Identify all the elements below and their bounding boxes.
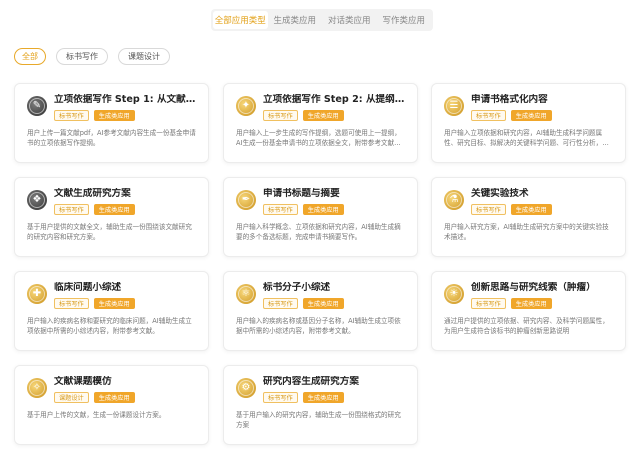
tab-all-types[interactable]: 全部应用类型 (213, 11, 268, 29)
card-title: 研究内容生成研究方案 (263, 376, 359, 387)
type-badge: 生成类应用 (93, 110, 135, 121)
tab-chat-apps[interactable]: 对话类应用 (322, 11, 377, 29)
app-card[interactable]: ✚ 临床问题小综述 标书写作 生成类应用 用户输入的疾病名称和要研究的临床问题，AI辅助… (14, 271, 209, 351)
app-card[interactable]: ⚙ 研究内容生成研究方案 标书写作 生成类应用 基于用户输入的研究内容，辅助生成一份围绕… (223, 365, 418, 445)
compass-icon: ✦ (236, 96, 256, 116)
bulb-icon: ☀ (444, 284, 464, 304)
tab-writing-apps[interactable]: 写作类应用 (377, 11, 432, 29)
type-badge: 生成类应用 (93, 204, 135, 215)
card-badges: 课题设计 生成类应用 (54, 392, 198, 403)
card-badges: 标书写作 生成类应用 (263, 110, 407, 121)
card-description: 用户输入上一步生成的写作提纲，选题可使用上一提纲，AI生成一份基金申请书的立项依… (236, 129, 401, 147)
type-badge: 生成类应用 (302, 392, 344, 403)
app-card[interactable]: ✎ 立项依据写作 Step 1: 从文献到提纲标书写作生成类应用用户上传一篇文献p… (14, 83, 209, 163)
category-badge: 课题设计 (54, 392, 89, 403)
document-icon: ☰ (444, 96, 464, 116)
card-header: ☰ 申请书格式化内容 标书写作 生成类应用 (444, 94, 615, 121)
card-badges: 标书写作 生成类应用 (263, 392, 407, 403)
card-title: 申请书标题与摘要 (263, 188, 340, 199)
category-badge: 标书写作 (54, 298, 89, 309)
card-header: ❖ 文献生成研究方案 标书写作 生成类应用 (27, 188, 198, 215)
card-header: ✒ 申请书标题与摘要 标书写作 生成类应用 (236, 188, 407, 215)
filter-all[interactable]: 全部 (14, 48, 46, 65)
type-badge: 生成类应用 (510, 204, 552, 215)
app-card[interactable]: ⚛ 标书分子小综述 标书写作 生成类应用 用户输入的疾病名称或基因分子名称，AI辅助生成… (223, 271, 418, 351)
card-title: 立项依据写作 Step 2: 从提纲到全文 (263, 94, 407, 105)
category-badge: 标书写作 (471, 298, 506, 309)
app-card[interactable]: ☰ 申请书格式化内容 标书写作 生成类应用 用户输入立项依据和研究内容，AI辅助生成科学… (431, 83, 626, 163)
type-badge: 生成类应用 (93, 392, 135, 403)
app-card[interactable]: ✧ 文献课题模仿 课题设计 生成类应用 基于用户上传的文献，生成一份课题设计方案。 (14, 365, 209, 445)
card-title: 文献课题模仿 (54, 376, 112, 387)
gear-icon: ⚙ (236, 378, 256, 398)
filter-topic-design[interactable]: 课题设计 (118, 48, 170, 65)
app-type-tabs: 全部应用类型 生成类应用 对话类应用 写作类应用 (211, 9, 433, 31)
card-header: ⚗ 关键实验技术 标书写作 生成类应用 (444, 188, 615, 215)
card-title: 临床问题小综述 (54, 282, 122, 293)
type-badge: 生成类应用 (302, 204, 344, 215)
type-badge: 生成类应用 (510, 298, 552, 309)
card-description: 用户输入科学概念、立项依据和研究内容，AI辅助生成摘要的多个备选标题，完成申请书… (236, 223, 401, 241)
card-header: ✦ 立项依据写作 Step 2: 从提纲到全文标书写作生成类应用 (236, 94, 407, 121)
card-description: 用户输入研究方案，AI辅助生成研究方案中的关键实验技术描述。 (444, 223, 609, 241)
card-description: 基于用户上传的文献，生成一份课题设计方案。 (27, 411, 166, 419)
type-badge: 生成类应用 (302, 110, 344, 121)
card-header: ✧ 文献课题模仿 课题设计 生成类应用 (27, 376, 198, 403)
card-description: 用户输入的疾病名称或基因分子名称，AI辅助生成立项依据中所需的小综述内容，附带参… (236, 317, 401, 335)
card-title: 关键实验技术 (471, 188, 529, 199)
card-description: 用户上传一篇文献pdf，AI参考文献内容生成一份基金申请书的立项依据写作提纲。 (27, 129, 196, 147)
card-badges: 标书写作 生成类应用 (54, 110, 198, 121)
card-badges: 标书写作 生成类应用 (471, 298, 615, 309)
category-badge: 标书写作 (471, 110, 506, 121)
card-badges: 标书写作 生成类应用 (54, 204, 198, 215)
tab-generation-apps[interactable]: 生成类应用 (268, 11, 323, 29)
card-title: 创新思路与研究线索（肿瘤） (471, 282, 596, 293)
card-title: 申请书格式化内容 (471, 94, 548, 105)
app-card[interactable]: ✦ 立项依据写作 Step 2: 从提纲到全文标书写作生成类应用用户输入上一步生成… (223, 83, 418, 163)
lightbulb-icon: ✧ (27, 378, 47, 398)
type-badge: 生成类应用 (510, 110, 552, 121)
flask-icon: ⚗ (444, 190, 464, 210)
card-title: 立项依据写作 Step 1: 从文献到提纲 (54, 94, 198, 105)
card-description: 通过用户提供的立项依据、研究内容、及科学问题属性，为用户生成符合该标书的肿瘤创新… (444, 317, 609, 335)
molecule-icon: ⚛ (236, 284, 256, 304)
card-badges: 标书写作 生成类应用 (471, 110, 615, 121)
card-title: 标书分子小综述 (263, 282, 331, 293)
medical-icon: ✚ (27, 284, 47, 304)
card-header: ✎ 立项依据写作 Step 1: 从文献到提纲标书写作生成类应用 (27, 94, 198, 121)
app-card[interactable]: ⚗ 关键实验技术 标书写作 生成类应用 用户输入研究方案，AI辅助生成研究方案中的关键实… (431, 177, 626, 257)
card-header: ✚ 临床问题小综述 标书写作 生成类应用 (27, 282, 198, 309)
card-badges: 标书写作 生成类应用 (54, 298, 198, 309)
card-title: 文献生成研究方案 (54, 188, 131, 199)
card-badges: 标书写作 生成类应用 (263, 298, 407, 309)
app-card[interactable]: ❖ 文献生成研究方案 标书写作 生成类应用 基于用户提供的文献全文，辅助生成一份围绕该文… (14, 177, 209, 257)
app-card[interactable]: ✒ 申请书标题与摘要 标书写作 生成类应用 用户输入科学概念、立项依据和研究内容，AI辅… (223, 177, 418, 257)
category-filters: 全部 标书写作 课题设计 (14, 48, 170, 65)
type-badge: 生成类应用 (302, 298, 344, 309)
book-icon: ✎ (27, 96, 47, 116)
card-description: 用户输入的疾病名称和要研究的临床问题，AI辅助生成立项依据中所需的小综述内容，附… (27, 317, 192, 335)
pen-icon: ✒ (236, 190, 256, 210)
card-description: 基于用户输入的研究内容，辅助生成一份围绕格式的研究方案 (236, 411, 401, 429)
type-badge: 生成类应用 (93, 298, 135, 309)
scroll-icon: ❖ (27, 190, 47, 210)
category-badge: 标书写作 (54, 110, 89, 121)
category-badge: 标书写作 (263, 392, 298, 403)
category-badge: 标书写作 (471, 204, 506, 215)
card-badges: 标书写作 生成类应用 (471, 204, 615, 215)
category-badge: 标书写作 (263, 110, 298, 121)
category-badge: 标书写作 (263, 204, 298, 215)
card-header: ⚛ 标书分子小综述 标书写作 生成类应用 (236, 282, 407, 309)
app-card[interactable]: ☀ 创新思路与研究线索（肿瘤） 标书写作 生成类应用通过用户提供的立项依据、研究内容、… (431, 271, 626, 351)
card-badges: 标书写作 生成类应用 (263, 204, 407, 215)
category-badge: 标书写作 (263, 298, 298, 309)
filter-proposal-writing[interactable]: 标书写作 (56, 48, 108, 65)
card-description: 用户输入立项依据和研究内容，AI辅助生成科学问题属性、研究目标、拟解决的关键科学… (444, 129, 609, 147)
card-header: ⚙ 研究内容生成研究方案 标书写作 生成类应用 (236, 376, 407, 403)
card-description: 基于用户提供的文献全文，辅助生成一份围绕该文献研究的研究内容和研究方案。 (27, 223, 192, 241)
category-badge: 标书写作 (54, 204, 89, 215)
card-header: ☀ 创新思路与研究线索（肿瘤） 标书写作 生成类应用 (444, 282, 615, 309)
